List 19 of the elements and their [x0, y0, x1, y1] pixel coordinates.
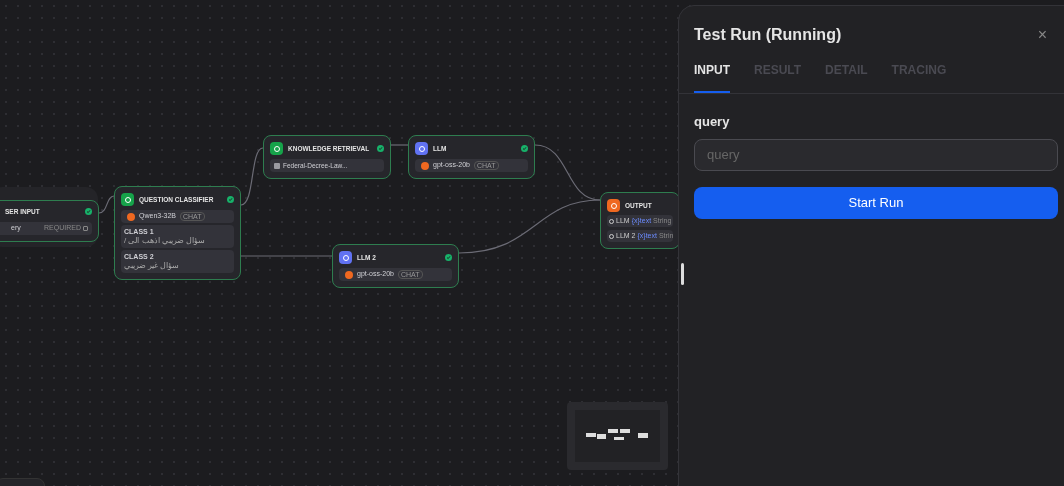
query-input[interactable]: query: [694, 138, 1058, 171]
close-button[interactable]: ×: [1037, 27, 1047, 43]
model-provider-icon: [421, 161, 429, 170]
start-run-button[interactable]: Start Run: [694, 186, 1058, 219]
model-provider-icon: [127, 212, 135, 221]
connector-line: [240, 147, 264, 206]
connector-line: [390, 144, 409, 146]
resize-handle[interactable]: [681, 263, 684, 285]
connector-line: [98, 195, 115, 214]
field-label: query: [694, 113, 731, 131]
panel-tab[interactable]: INPUT: [694, 61, 730, 93]
model-provider-icon: [345, 270, 353, 279]
minimap-nodes-drawing: [585, 429, 650, 443]
input-type-icon: [83, 225, 88, 231]
class-description: سؤال ضريبي اذهب الى /: [124, 236, 207, 246]
panel-title: Test Run (Running): [694, 25, 842, 45]
class-description: سؤال غير ضريبي: [124, 261, 181, 271]
minimap[interactable]: [567, 402, 668, 470]
dataset-icon: [274, 162, 280, 169]
